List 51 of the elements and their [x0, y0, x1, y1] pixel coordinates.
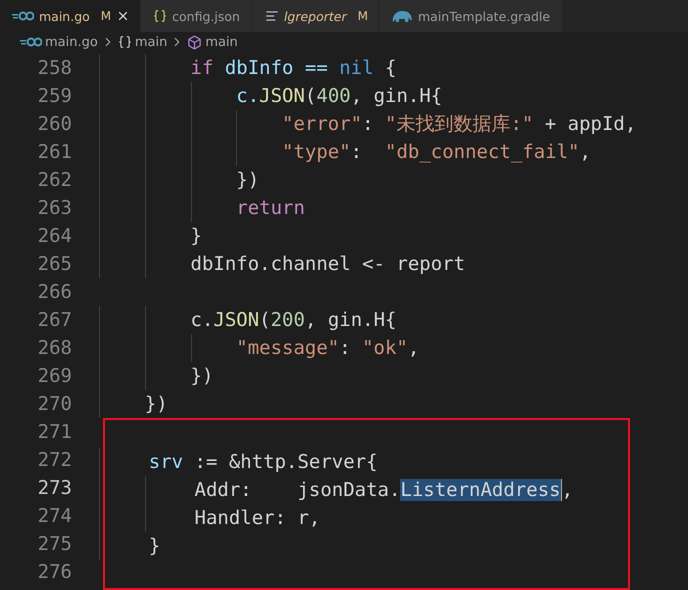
code-line: return	[235, 197, 305, 219]
line-number: 272	[36, 448, 72, 473]
modified-indicator: M	[100, 9, 112, 24]
code-line: c.JSON(200, gin.H{	[190, 309, 396, 331]
code-line: "type": "db_connect_fail",	[281, 141, 591, 163]
modified-indicator: M	[358, 9, 368, 24]
line-number: 270	[36, 392, 72, 417]
editor-tab[interactable]: lgreporter M	[252, 0, 379, 32]
code-line: if dbInfo == nil {	[190, 57, 396, 79]
line-number: 262	[36, 168, 72, 193]
line-number: 268	[36, 336, 72, 361]
go-icon	[12, 11, 34, 22]
braces-icon	[118, 35, 132, 50]
line-number: 264	[36, 224, 72, 249]
line-number: 258	[36, 56, 72, 81]
elephant-icon	[391, 8, 413, 24]
line-number: 260	[36, 112, 72, 137]
lines-icon	[264, 9, 279, 24]
line-number: 267	[36, 308, 72, 333]
line-number: 261	[36, 140, 72, 165]
line-number: 259	[36, 84, 72, 109]
editor-tab[interactable]: mainTemplate.gradle	[379, 0, 564, 32]
code-line: }	[190, 225, 202, 247]
editor-tab[interactable]: main.go M	[0, 0, 142, 32]
code-line: "message": "ok",	[235, 337, 420, 359]
code-line: })	[235, 169, 260, 191]
code-line: srv := &http.Server{	[148, 451, 378, 473]
line-number: 276	[36, 560, 72, 585]
code-line: c.JSON(400, gin.H{	[235, 85, 442, 107]
code-line: })	[190, 365, 214, 387]
line-number: 273	[36, 476, 72, 501]
breadcrumb-item[interactable]: main	[205, 34, 238, 50]
braces-icon	[153, 9, 168, 24]
line-number: 265	[36, 252, 72, 277]
code-line: "error": "未找到数据库:" + appId,	[281, 112, 636, 137]
line-number: 269	[36, 364, 72, 389]
code-line: dbInfo.channel <- report	[190, 253, 466, 275]
line-number: 274	[36, 504, 72, 529]
code-line: })	[144, 393, 168, 415]
editor-tab[interactable]: config.json	[141, 0, 253, 32]
line-number: 271	[36, 420, 72, 445]
go-icon	[20, 37, 42, 48]
breadcrumb-item[interactable]: main.go	[45, 34, 98, 50]
breadcrumb-item[interactable]: main	[134, 34, 168, 50]
code-line: Handler: r,	[194, 507, 320, 529]
line-number: 275	[36, 532, 72, 557]
line-number: 266	[36, 280, 72, 305]
line-number: 263	[36, 196, 72, 221]
code-line: }	[148, 535, 160, 557]
code-line: Addr: jsonData.ListernAddress,	[194, 479, 574, 501]
cube-icon	[187, 34, 202, 50]
